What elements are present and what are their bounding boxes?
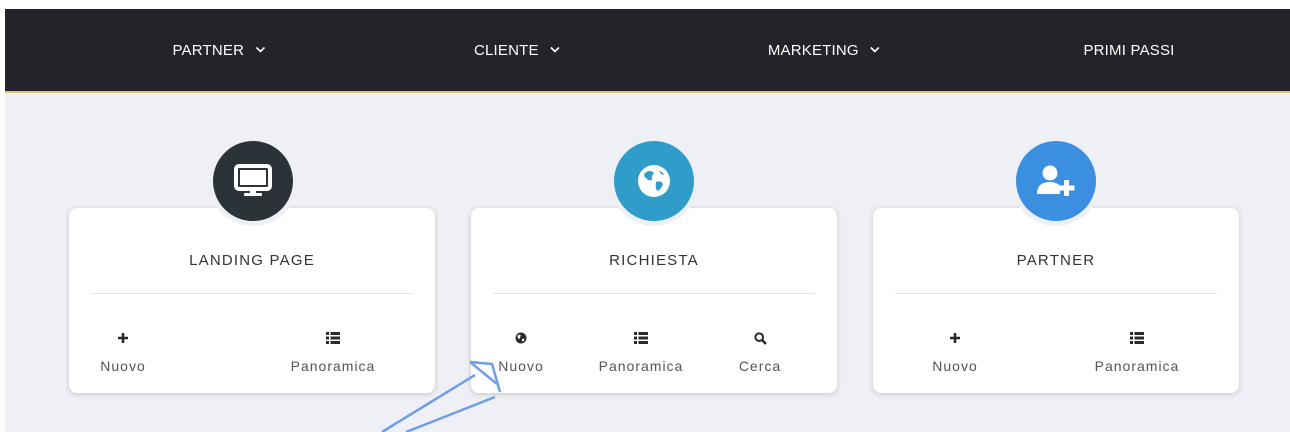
search-icon [753, 331, 767, 345]
chevron-down-icon [255, 46, 266, 53]
landing-page-overview-button[interactable]: Panoramica [273, 330, 393, 374]
plus-icon [118, 333, 128, 343]
richiesta-icon-badge [609, 136, 699, 226]
nav-primi-passi-label: PRIMI PASSI [1083, 42, 1175, 59]
richiesta-search-button[interactable]: Cerca [700, 330, 820, 374]
plus-icon [950, 333, 960, 343]
nav-cliente-label: CLIENTE [473, 42, 539, 59]
chevron-down-icon [550, 46, 560, 53]
richiesta-overview-button[interactable]: Panoramica [581, 330, 701, 374]
landing-page-card: LANDING PAGE Nuovo Panoramica [69, 208, 435, 393]
nav-marketing-menu[interactable]: MARKETING [768, 9, 880, 91]
action-label: Nuovo [932, 358, 978, 374]
nav-partner-menu[interactable]: PARTNER [172, 9, 266, 91]
partner-card: PARTNER Nuovo Panoramica [873, 208, 1239, 393]
landing-page-icon-badge [208, 136, 298, 226]
dashboard-content: LANDING PAGE Nuovo Panoramica RICHIESTA … [5, 93, 1290, 432]
action-label: Nuovo [498, 358, 544, 374]
richiesta-card: RICHIESTA Nuovo Panoramica Cerca [471, 208, 837, 393]
action-label: Nuovo [100, 358, 146, 374]
divider [91, 293, 413, 294]
card-title: PARTNER [1016, 252, 1096, 269]
nav-partner-label: PARTNER [172, 42, 245, 59]
action-label: Panoramica [1094, 358, 1180, 374]
landing-page-new-button[interactable]: Nuovo [63, 330, 183, 374]
action-label: Panoramica [290, 358, 376, 374]
nav-cliente-menu[interactable]: CLIENTE [474, 9, 560, 91]
action-label: Cerca [738, 358, 782, 374]
partner-new-button[interactable]: Nuovo [895, 330, 1015, 374]
monitor-icon [234, 164, 272, 196]
add-user-icon [1037, 165, 1075, 196]
chevron-down-icon [870, 46, 880, 53]
action-label: Panoramica [598, 358, 684, 374]
divider [493, 293, 815, 294]
nav-primi-passi-link[interactable]: PRIMI PASSI [1083, 9, 1174, 91]
nav-marketing-label: MARKETING [767, 42, 859, 59]
list-icon [1130, 332, 1144, 344]
globe-icon [515, 332, 527, 344]
card-title: RICHIESTA [609, 252, 699, 269]
list-icon [326, 332, 340, 344]
card-title: LANDING PAGE [189, 252, 315, 269]
partner-overview-button[interactable]: Panoramica [1077, 330, 1197, 374]
list-icon [634, 332, 648, 344]
top-navigation-bar: PARTNER CLIENTE MARKETING PRIMI PASSI [5, 9, 1290, 93]
divider [895, 293, 1217, 294]
globe-icon [638, 165, 670, 197]
richiesta-new-button[interactable]: Nuovo [461, 330, 581, 374]
partner-icon-badge [1011, 136, 1101, 226]
